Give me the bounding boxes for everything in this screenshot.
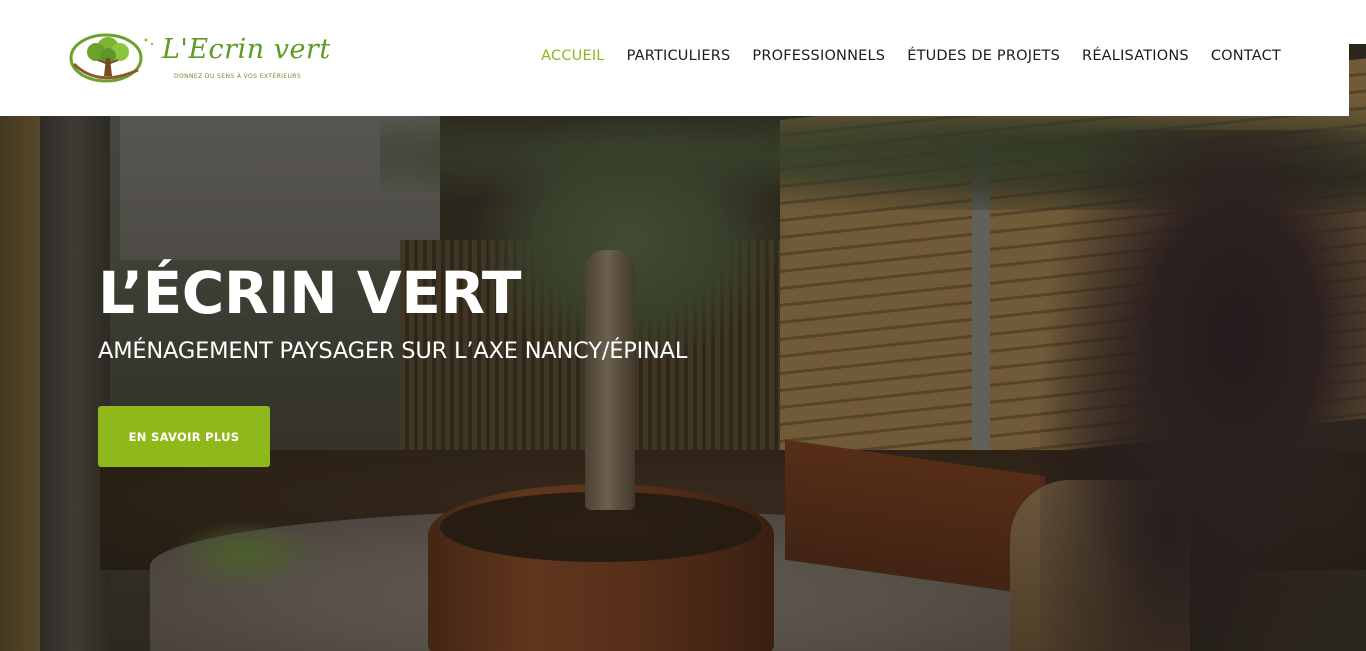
- nav-item-professionnels[interactable]: PROFESSIONNELS: [752, 48, 885, 64]
- en-savoir-plus-button[interactable]: EN SAVOIR PLUS: [98, 406, 270, 467]
- nav-item-accueil[interactable]: ACCUEIL: [541, 48, 604, 64]
- tree-logo-icon: [69, 33, 154, 83]
- site-logo[interactable]: L'Ecrin vert DONNEZ DU SENS À VOS EXTÉRI…: [68, 30, 330, 86]
- hero-title: L’ÉCRIN VERT: [98, 259, 521, 327]
- hero-subtitle: AMÉNAGEMENT PAYSAGER SUR L’AXE NANCY/ÉPI…: [98, 338, 688, 364]
- main-navigation: ACCUEIL PARTICULIERS PROFESSIONNELS ÉTUD…: [541, 48, 1281, 64]
- nav-item-realisations[interactable]: RÉALISATIONS: [1082, 48, 1189, 64]
- logo-wordmark: L'Ecrin vert: [162, 34, 331, 65]
- hero-content: L’ÉCRIN VERT AMÉNAGEMENT PAYSAGER SUR L’…: [98, 259, 688, 467]
- logo-tagline: DONNEZ DU SENS À VOS EXTÉRIEURS: [174, 73, 302, 80]
- nav-item-contact[interactable]: CONTACT: [1211, 48, 1281, 64]
- nav-item-etudes-de-projets[interactable]: ÉTUDES DE PROJETS: [907, 48, 1060, 64]
- page-edge: [1349, 0, 1366, 44]
- nav-item-particuliers[interactable]: PARTICULIERS: [627, 48, 731, 64]
- site-header: L'Ecrin vert DONNEZ DU SENS À VOS EXTÉRI…: [0, 0, 1349, 116]
